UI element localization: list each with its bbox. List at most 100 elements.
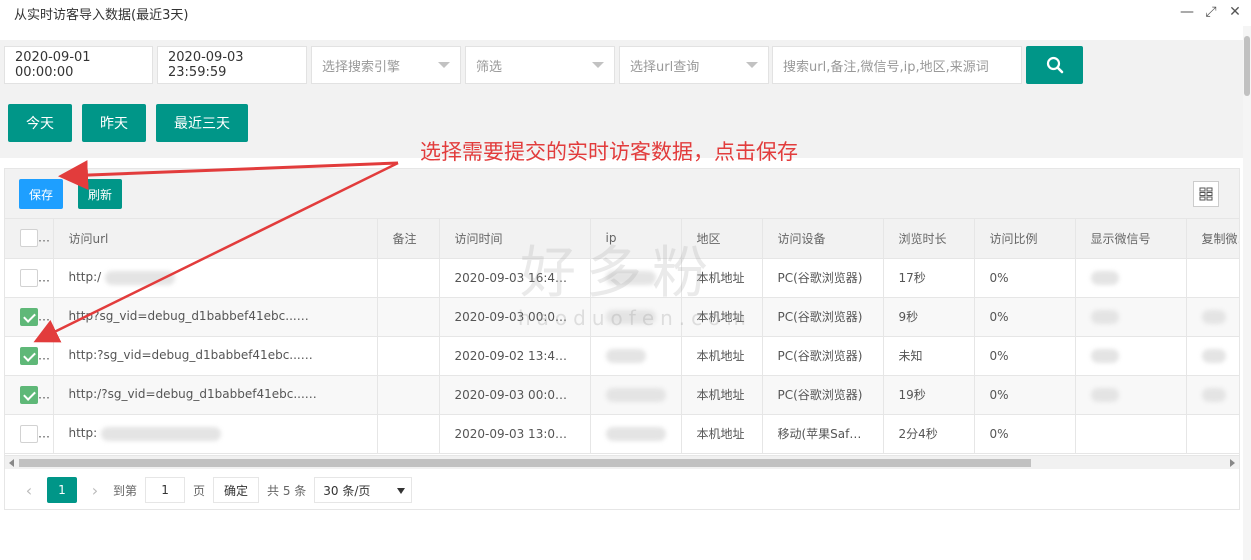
row-checkbox[interactable] [20,268,38,287]
header-show-wechat: 显示微信号 [1075,219,1187,259]
cell-show-wechat [1075,297,1187,337]
cell-show-wechat [1075,336,1187,376]
row-select[interactable] [5,258,54,298]
refresh-button[interactable]: 刷新 [78,179,122,209]
row-checkbox[interactable] [20,385,38,404]
row-select[interactable] [5,336,54,376]
cell-note [377,336,440,376]
cell-duration: 9秒 [883,297,975,337]
confirm-page-button[interactable]: 确定 [213,477,260,503]
cell-device: PC(谷歌浏览器) [762,297,884,337]
chevron-down-icon [746,62,758,68]
select-all-checkbox[interactable] [20,229,38,248]
cell-device: PC(谷歌浏览器) [762,375,884,415]
maximize-icon[interactable]: ⤢ [1203,4,1219,20]
cell-region: 本机地址 [681,336,763,376]
last-three-days-button[interactable]: 最近三天 [156,104,248,142]
grid-icon [1199,187,1213,201]
chevron-down-icon [592,62,604,68]
caret-down-icon [397,488,406,494]
page-number-input[interactable]: 1 [145,477,186,503]
dialog-titlebar: 从实时访客导入数据(最近3天) — ⤢ ✕ [0,0,1251,26]
page-size-select[interactable]: 30 条/页 [314,477,413,503]
horizontal-scrollbar[interactable] [5,455,1239,469]
filter-select[interactable]: 筛选 [465,46,615,84]
scroll-left-icon[interactable] [9,459,14,467]
cell-duration: 17秒 [883,258,975,298]
header-device: 访问设备 [762,219,884,259]
cell-device: PC(谷歌浏览器) [762,336,884,376]
cell-copy-wechat[interactable] [1186,258,1239,298]
cell-note [377,414,440,454]
next-page-icon[interactable]: › [85,477,105,503]
cell-note [377,375,440,415]
row-checkbox[interactable] [20,307,38,326]
search-button[interactable] [1026,46,1083,84]
row-checkbox[interactable] [20,346,38,365]
cell-ratio: 0% [974,375,1076,415]
cell-url: http:?sg_vid=debug_d1babbef41ebc... [53,336,378,376]
scrollbar-thumb[interactable] [19,459,1031,467]
page-size-value: 30 条/页 [323,483,371,498]
row-select[interactable] [5,297,54,337]
total-count: 共 5 条 [267,483,307,498]
search-engine-select[interactable]: 选择搜索引擎 [311,46,461,84]
cell-show-wechat [1075,375,1187,415]
annotation-text: 选择需要提交的实时访客数据，点击保存 [420,140,798,164]
table-row[interactable]: http:/?sg_vid=debug_d1babbef41ebc... 2020… [5,375,1239,415]
cell-device: 移动(苹果Safari) [762,414,884,454]
watermark-logo: 好多粉 [520,241,718,306]
cell-duration: 2分4秒 [883,414,975,454]
table-row[interactable]: http: 2020-09-03 13:08:59 本机地址 移动(苹果Safari)… [5,414,1239,454]
header-url: 访问url [53,219,378,259]
vertical-scrollbar[interactable] [1243,26,1251,560]
cell-duration: 未知 [883,336,975,376]
header-select-all[interactable] [5,219,54,259]
scroll-right-icon[interactable] [1230,459,1235,467]
cell-copy-wechat[interactable] [1186,297,1239,337]
header-note: 备注 [377,219,440,259]
cell-url: http?sg_vid=debug_d1babbef41ebc... [53,297,378,337]
page-label: 页 [193,483,206,498]
today-button[interactable]: 今天 [8,104,72,142]
cell-region: 本机地址 [681,414,763,454]
dialog-title: 从实时访客导入数据(最近3天) [14,8,189,23]
cell-show-wechat [1075,258,1187,298]
cell-copy-wechat[interactable] [1186,375,1239,415]
cell-time: 2020-09-03 00:01:28 [439,375,591,415]
save-button[interactable]: 保存 [19,179,63,209]
header-duration: 浏览时长 [883,219,975,259]
row-select[interactable] [5,414,54,454]
url-placeholder: 选择url查询 [630,59,700,75]
cell-copy-wechat[interactable] [1186,414,1239,454]
cell-ratio: 0% [974,414,1076,454]
start-date-input[interactable]: 2020-09-01 00:00:00 [4,46,153,84]
cell-ratio: 0% [974,258,1076,298]
visitor-table-panel: 保存 刷新 访问url 备注 访问时间 ip 地区 访问设备 浏览时长 访问比例… [4,168,1240,510]
current-page[interactable]: 1 [47,477,77,503]
keyword-search-input[interactable]: 搜索url,备注,微信号,ip,地区,来源词 [772,46,1022,84]
cell-device: PC(谷歌浏览器) [762,258,884,298]
filter-bar: 2020-09-01 00:00:00 2020-09-03 23:59:59 … [0,40,1243,92]
cell-note [377,297,440,337]
end-date-input[interactable]: 2020-09-03 23:59:59 [157,46,307,84]
search-engine-placeholder: 选择搜索引擎 [322,59,401,75]
url-select[interactable]: 选择url查询 [619,46,769,84]
column-filter-button[interactable] [1193,181,1219,207]
vertical-scrollbar-thumb[interactable] [1244,36,1250,96]
table-row[interactable]: http:?sg_vid=debug_d1babbef41ebc... 2020-… [5,336,1239,376]
row-checkbox[interactable] [20,424,38,443]
filter-placeholder: 筛选 [476,59,503,75]
cell-url: http: [53,414,378,454]
table-toolbar: 保存 刷新 [5,169,1239,219]
cell-duration: 19秒 [883,375,975,415]
prev-page-icon[interactable]: ‹ [19,477,39,503]
chevron-down-icon [438,62,450,68]
cell-region: 本机地址 [681,375,763,415]
yesterday-button[interactable]: 昨天 [82,104,146,142]
row-select[interactable] [5,375,54,415]
minimize-icon[interactable]: — [1179,4,1195,20]
close-icon[interactable]: ✕ [1227,4,1243,20]
cell-ip [590,375,682,415]
cell-copy-wechat[interactable] [1186,336,1239,376]
